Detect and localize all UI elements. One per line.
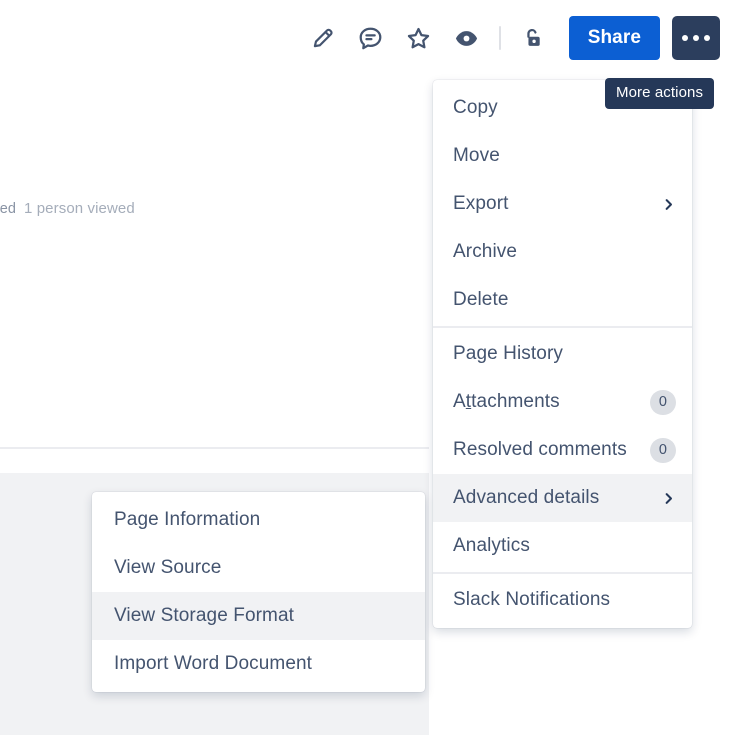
- menu-item-label: Page Information: [114, 509, 261, 530]
- more-actions-tooltip: More actions: [605, 78, 715, 109]
- content-divider: [0, 447, 429, 449]
- edit-icon: [310, 25, 336, 51]
- chevron-right-icon: [661, 197, 676, 212]
- menu-item-view-storage-format[interactable]: View Storage Format: [92, 592, 425, 640]
- unlock-restrictions-icon: [519, 25, 546, 52]
- menu-item-advanced-details[interactable]: Advanced details: [433, 474, 692, 522]
- star-icon: [405, 25, 432, 52]
- more-dot-icon: [693, 35, 699, 41]
- share-button[interactable]: Share: [568, 16, 660, 60]
- star-icon-button[interactable]: [401, 20, 437, 56]
- menu-item-count-badge: 0: [650, 437, 676, 463]
- viewers-partial-text: n viewed: [0, 201, 17, 217]
- menu-item-label: View Source: [114, 557, 222, 578]
- more-actions-button[interactable]: [672, 16, 720, 60]
- menu-item-page-information[interactable]: Page Information: [92, 496, 425, 544]
- toolbar-divider: [498, 26, 501, 50]
- menu-item-count-badge: 0: [650, 389, 676, 415]
- menu-item-delete[interactable]: Delete: [433, 276, 692, 324]
- menu-item-archive[interactable]: Archive: [433, 228, 692, 276]
- more-dot-icon: [682, 35, 688, 41]
- unlock-restrictions-icon-button[interactable]: [515, 20, 551, 56]
- chevron-right-icon: [661, 491, 676, 506]
- comment-icon: [357, 25, 384, 52]
- menu-item-label: Export: [453, 193, 509, 214]
- menu-item-label: Resolved comments: [453, 439, 627, 460]
- menu-item-label: Slack Notifications: [453, 589, 611, 610]
- menu-separator: [433, 326, 692, 328]
- menu-item-move[interactable]: Move: [433, 132, 692, 180]
- menu-item-label: Move: [453, 145, 500, 166]
- menu-item-import-word-document[interactable]: Import Word Document: [92, 640, 425, 688]
- menu-item-label: Delete: [453, 289, 509, 310]
- page-viewers: n viewed 1 person viewed: [0, 200, 135, 217]
- comment-icon-button[interactable]: [353, 20, 389, 56]
- advanced-details-submenu: Page Information View Source View Storage …: [92, 492, 425, 692]
- menu-item-page-history[interactable]: Page History: [433, 330, 692, 378]
- menu-item-view-source[interactable]: View Source: [92, 544, 425, 592]
- menu-item-label: View Storage Format: [114, 605, 295, 626]
- menu-separator: [433, 572, 692, 574]
- edit-icon-button[interactable]: [305, 20, 341, 56]
- menu-item-export[interactable]: Export: [433, 180, 692, 228]
- viewers-count-text: 1 person viewed: [24, 200, 135, 217]
- menu-item-label: Advanced details: [453, 487, 600, 508]
- menu-item-attachments[interactable]: Attachments 0: [433, 378, 692, 426]
- menu-item-label: Analytics: [453, 535, 530, 556]
- more-actions-menu: Copy Move Export Archive Delete Page History A…: [433, 80, 692, 628]
- menu-item-analytics[interactable]: Analytics: [433, 522, 692, 570]
- more-dot-icon: [704, 35, 710, 41]
- watch-eye-icon: [453, 25, 480, 52]
- menu-item-resolved-comments[interactable]: Resolved comments 0: [433, 426, 692, 474]
- menu-item-slack-notifications[interactable]: Slack Notifications: [433, 576, 692, 624]
- menu-item-label: Import Word Document: [114, 653, 313, 674]
- menu-item-label: Page History: [453, 343, 563, 364]
- watch-eye-icon-button[interactable]: [449, 20, 485, 56]
- menu-item-label: Archive: [453, 241, 518, 262]
- menu-item-label: Attachments: [453, 391, 560, 412]
- page-toolbar: Share: [299, 16, 720, 60]
